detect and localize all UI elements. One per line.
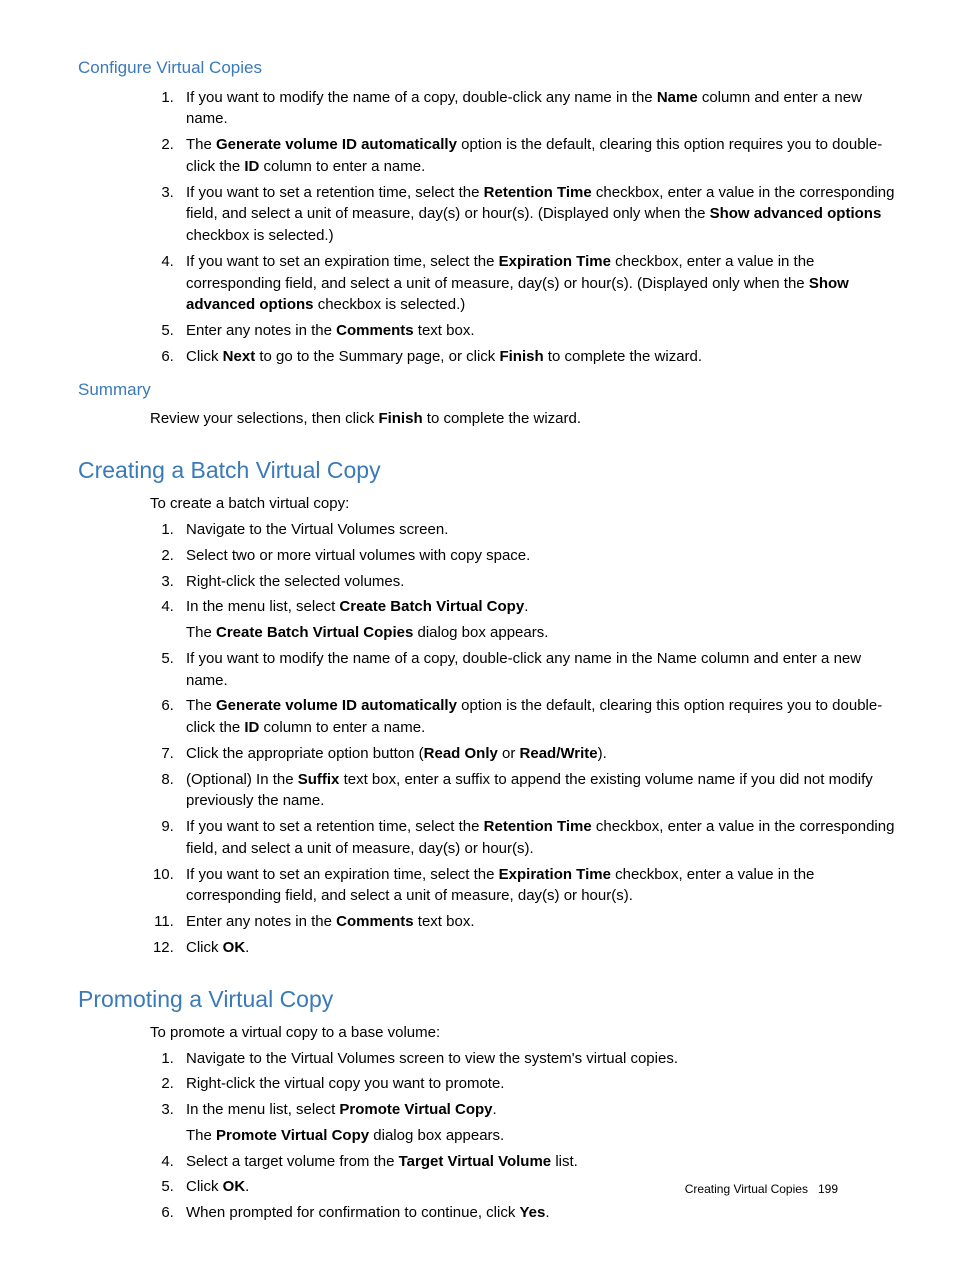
list-item: If you want to set an expiration time, s… bbox=[178, 251, 896, 316]
list-item: In the menu list, select Promote Virtual… bbox=[178, 1099, 896, 1147]
heading-configure-virtual-copies: Configure Virtual Copies bbox=[78, 56, 896, 81]
list-item: The Generate volume ID automatically opt… bbox=[178, 134, 896, 178]
heading-summary: Summary bbox=[78, 378, 896, 403]
list-configure-virtual-copies: If you want to modify the name of a copy… bbox=[148, 87, 896, 368]
list-item: Enter any notes in the Comments text box… bbox=[178, 911, 896, 933]
list-item: Enter any notes in the Comments text box… bbox=[178, 320, 896, 342]
footer-label: Creating Virtual Copies bbox=[685, 1182, 808, 1196]
list-batch-virtual-copy: Navigate to the Virtual Volumes screen. S… bbox=[148, 519, 896, 959]
list-item: (Optional) In the Suffix text box, enter… bbox=[178, 769, 896, 813]
list-item: Right-click the selected volumes. bbox=[178, 571, 896, 593]
list-item: The Generate volume ID automatically opt… bbox=[178, 695, 896, 739]
list-item: Navigate to the Virtual Volumes screen t… bbox=[178, 1048, 896, 1070]
list-item: If you want to set an expiration time, s… bbox=[178, 864, 896, 908]
heading-promoting-virtual-copy: Promoting a Virtual Copy bbox=[78, 983, 896, 1016]
list-item: Select two or more virtual volumes with … bbox=[178, 545, 896, 567]
intro-batch: To create a batch virtual copy: bbox=[150, 493, 896, 515]
list-item: If you want to modify the name of a copy… bbox=[178, 648, 896, 692]
list-item: Select a target volume from the Target V… bbox=[178, 1151, 896, 1173]
summary-text: Review your selections, then click Finis… bbox=[150, 408, 896, 430]
footer-page: 199 bbox=[818, 1182, 838, 1196]
list-item: Right-click the virtual copy you want to… bbox=[178, 1073, 896, 1095]
list-item: If you want to set a retention time, sel… bbox=[178, 816, 896, 860]
list-item: When prompted for confirmation to contin… bbox=[178, 1202, 896, 1224]
list-item: Click OK. bbox=[178, 937, 896, 959]
list-item: Click the appropriate option button (Rea… bbox=[178, 743, 896, 765]
intro-promote: To promote a virtual copy to a base volu… bbox=[150, 1022, 896, 1044]
list-item: Click Next to go to the Summary page, or… bbox=[178, 346, 896, 368]
list-item: In the menu list, select Create Batch Vi… bbox=[178, 596, 896, 644]
list-item: If you want to modify the name of a copy… bbox=[178, 87, 896, 131]
heading-creating-batch-virtual-copy: Creating a Batch Virtual Copy bbox=[78, 454, 896, 487]
list-item: Navigate to the Virtual Volumes screen. bbox=[178, 519, 896, 541]
page-footer: Creating Virtual Copies 199 bbox=[685, 1181, 838, 1198]
list-item: If you want to set a retention time, sel… bbox=[178, 182, 896, 247]
